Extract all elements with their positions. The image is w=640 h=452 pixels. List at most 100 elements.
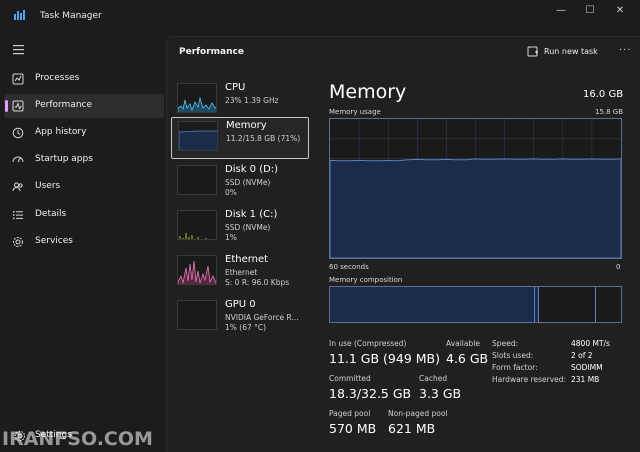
disk1-sparkline — [179, 233, 207, 239]
device-type: SSD (NVMe) — [225, 178, 271, 187]
ethernet-thumbnail-graph — [177, 255, 217, 285]
memory-usage-plot — [329, 119, 622, 259]
cached-value: 3.3 GB — [419, 386, 462, 401]
device-name: CPU — [225, 82, 246, 93]
disk0-thumbnail-graph — [177, 165, 217, 195]
committed-label: Committed — [329, 374, 371, 383]
device-memory[interactable]: Memory 11.2/15.8 GB (71%) — [171, 117, 309, 159]
memory-composition-label: Memory composition — [329, 276, 403, 284]
available-label: Available — [446, 339, 480, 348]
close-button[interactable]: ✕ — [610, 4, 630, 18]
task-manager-app-icon — [14, 10, 25, 20]
memory-sparkline — [179, 130, 217, 150]
device-stat: 23% 1.39 GHz — [225, 96, 279, 105]
more-options-button[interactable]: ··· — [619, 45, 632, 56]
detail-total-capacity: 16.0 GB — [583, 89, 624, 100]
nav-label: Performance — [35, 100, 93, 110]
details-icon — [13, 211, 23, 220]
page-title: Performance — [179, 47, 244, 57]
in-use-label: In use (Compressed) — [329, 339, 407, 348]
run-new-task-label: Run new task — [544, 47, 598, 56]
device-disk-0[interactable]: Disk 0 (D:) SSD (NVMe) 0% — [171, 162, 309, 204]
composition-in-use — [330, 287, 535, 322]
performance-icon — [12, 100, 24, 112]
cpu-sparkline — [178, 96, 216, 112]
nav-item-app-history[interactable]: App history — [4, 121, 164, 145]
nav-item-startup-apps[interactable]: Startup apps — [4, 148, 164, 172]
active-indicator — [5, 100, 8, 112]
device-name: Memory — [226, 120, 267, 131]
composition-standby — [539, 287, 596, 322]
device-stat: 1% — [225, 233, 237, 242]
memory-usage-max: 15.8 GB — [595, 108, 624, 116]
run-task-icon — [527, 46, 538, 57]
title-bar: Task Manager — ☐ ✕ — [0, 0, 640, 34]
device-type: SSD (NVMe) — [225, 223, 271, 232]
memory-usage-label: Memory usage — [329, 108, 381, 116]
graph-time-end: 0 — [616, 263, 621, 271]
spec-form-factor-key: Form factor: — [492, 363, 538, 372]
device-disk-1[interactable]: Disk 1 (C:) SSD (NVMe) 1% — [171, 207, 309, 249]
device-ethernet[interactable]: Ethernet Ethernet S: 0 R: 96.0 Kbps — [171, 252, 309, 294]
spec-speed-value: 4800 MT/s — [571, 339, 610, 348]
users-icon — [12, 182, 23, 192]
spec-reserved-key: Hardware reserved: — [492, 375, 567, 384]
device-cpu[interactable]: CPU 23% 1.39 GHz — [171, 80, 309, 122]
nav-label: Services — [35, 236, 73, 246]
spec-reserved-value: 231 MB — [571, 375, 600, 384]
gpu-thumbnail-graph — [177, 300, 217, 330]
non-paged-pool-label: Non-paged pool — [388, 409, 448, 418]
nav-label: Processes — [35, 73, 80, 83]
nav-label: Startup apps — [35, 154, 93, 164]
available-value: 4.6 GB — [446, 351, 489, 366]
window-title: Task Manager — [40, 11, 102, 21]
device-stat: 0% — [225, 188, 237, 197]
nav-label: Details — [35, 209, 67, 219]
hamburger-menu-icon[interactable] — [12, 44, 26, 56]
memory-usage-graph — [329, 118, 622, 259]
device-stat: 11.2/15.8 GB (71%) — [226, 134, 301, 143]
in-use-value: 11.1 GB (949 MB) — [329, 351, 440, 366]
spec-slots-value: 2 of 2 — [571, 351, 593, 360]
maximize-button[interactable]: ☐ — [580, 4, 600, 18]
ethernet-sparkline — [178, 260, 216, 284]
device-stat: S: 0 R: 96.0 Kbps — [225, 278, 290, 287]
nav-item-details[interactable]: Details — [4, 203, 164, 227]
nav-item-users[interactable]: Users — [4, 175, 164, 199]
gpu-sparkline — [178, 301, 217, 330]
device-stat: 1% (67 °C) — [225, 323, 267, 332]
device-name: GPU 0 — [225, 299, 256, 310]
services-icon — [13, 237, 23, 247]
device-gpu-0[interactable]: GPU 0 NVIDIA GeForce R... 1% (67 °C) — [171, 297, 309, 339]
paged-pool-value: 570 MB — [329, 421, 377, 436]
non-paged-pool-value: 621 MB — [388, 421, 436, 436]
nav-label: Users — [35, 181, 61, 191]
device-type: NVIDIA GeForce R... — [225, 313, 299, 322]
committed-value: 18.3/32.5 GB — [329, 386, 412, 401]
performance-panel: Performance Run new task ··· CPU 23% 1.3… — [166, 36, 640, 452]
nav-item-services[interactable]: Services — [4, 230, 164, 254]
detail-title: Memory — [329, 81, 407, 103]
graph-time-label: 60 seconds — [329, 263, 369, 271]
nav-label: App history — [35, 127, 87, 137]
startup-apps-icon — [12, 156, 24, 163]
cached-label: Cached — [419, 374, 448, 383]
watermark-text: IRANFSO.COM — [2, 428, 153, 450]
device-type: Ethernet — [225, 268, 258, 277]
minimize-button[interactable]: — — [551, 4, 571, 18]
memory-composition-bar — [329, 286, 622, 323]
disk1-thumbnail-graph — [177, 210, 217, 240]
device-name: Ethernet — [225, 254, 269, 265]
processes-icon — [12, 73, 24, 85]
spec-form-factor-value: SODIMM — [571, 363, 603, 372]
app-history-icon — [12, 127, 24, 139]
nav-item-performance[interactable]: Performance — [4, 94, 164, 118]
paged-pool-label: Paged pool — [329, 409, 371, 418]
nav-item-processes[interactable]: Processes — [4, 67, 164, 91]
memory-usage-area — [329, 158, 622, 259]
memory-thumbnail-graph — [178, 121, 218, 151]
device-name: Disk 0 (D:) — [225, 164, 279, 175]
run-new-task-button[interactable]: Run new task — [527, 45, 607, 61]
cpu-thumbnail-graph — [177, 83, 217, 113]
spec-speed-key: Speed: — [492, 339, 519, 348]
